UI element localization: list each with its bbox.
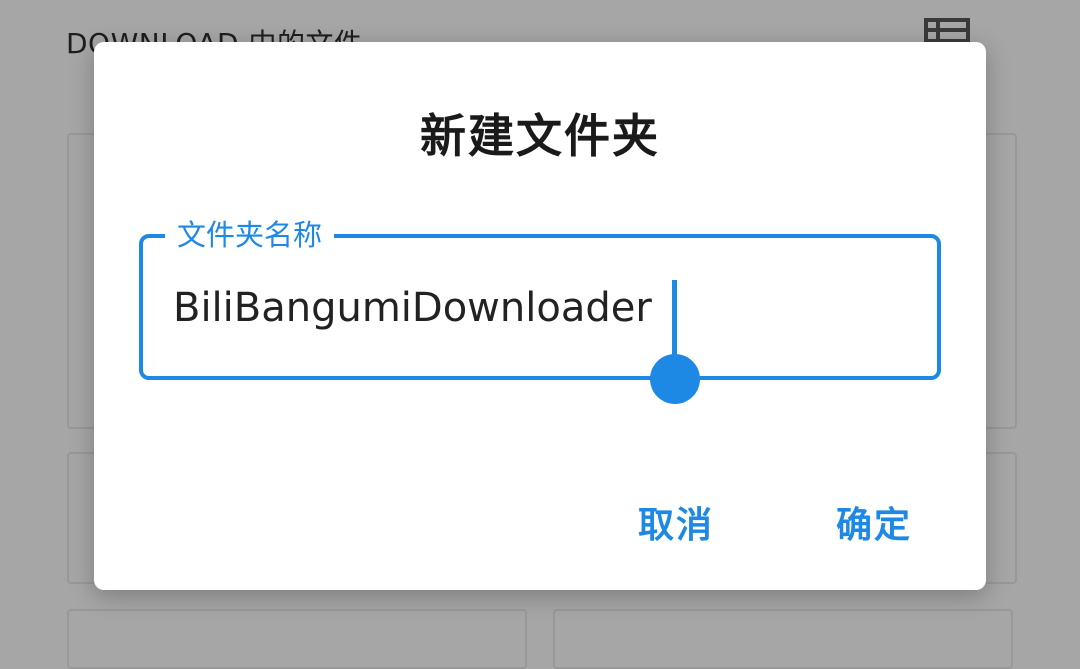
file-card[interactable] xyxy=(67,609,527,669)
new-folder-dialog: 新建文件夹 文件夹名称 BiliBangumiDownloader 取消 确定 xyxy=(94,42,986,590)
dialog-title: 新建文件夹 xyxy=(420,109,660,163)
folder-name-field[interactable]: 文件夹名称 BiliBangumiDownloader xyxy=(139,216,941,380)
folder-name-label: 文件夹名称 xyxy=(165,216,335,254)
cancel-button[interactable]: 取消 xyxy=(638,496,714,548)
cursor-handle[interactable] xyxy=(650,354,700,404)
folder-name-input[interactable]: BiliBangumiDownloader xyxy=(173,282,652,334)
file-card[interactable] xyxy=(553,609,1013,669)
confirm-button[interactable]: 确定 xyxy=(836,496,912,548)
text-cursor xyxy=(672,280,677,360)
